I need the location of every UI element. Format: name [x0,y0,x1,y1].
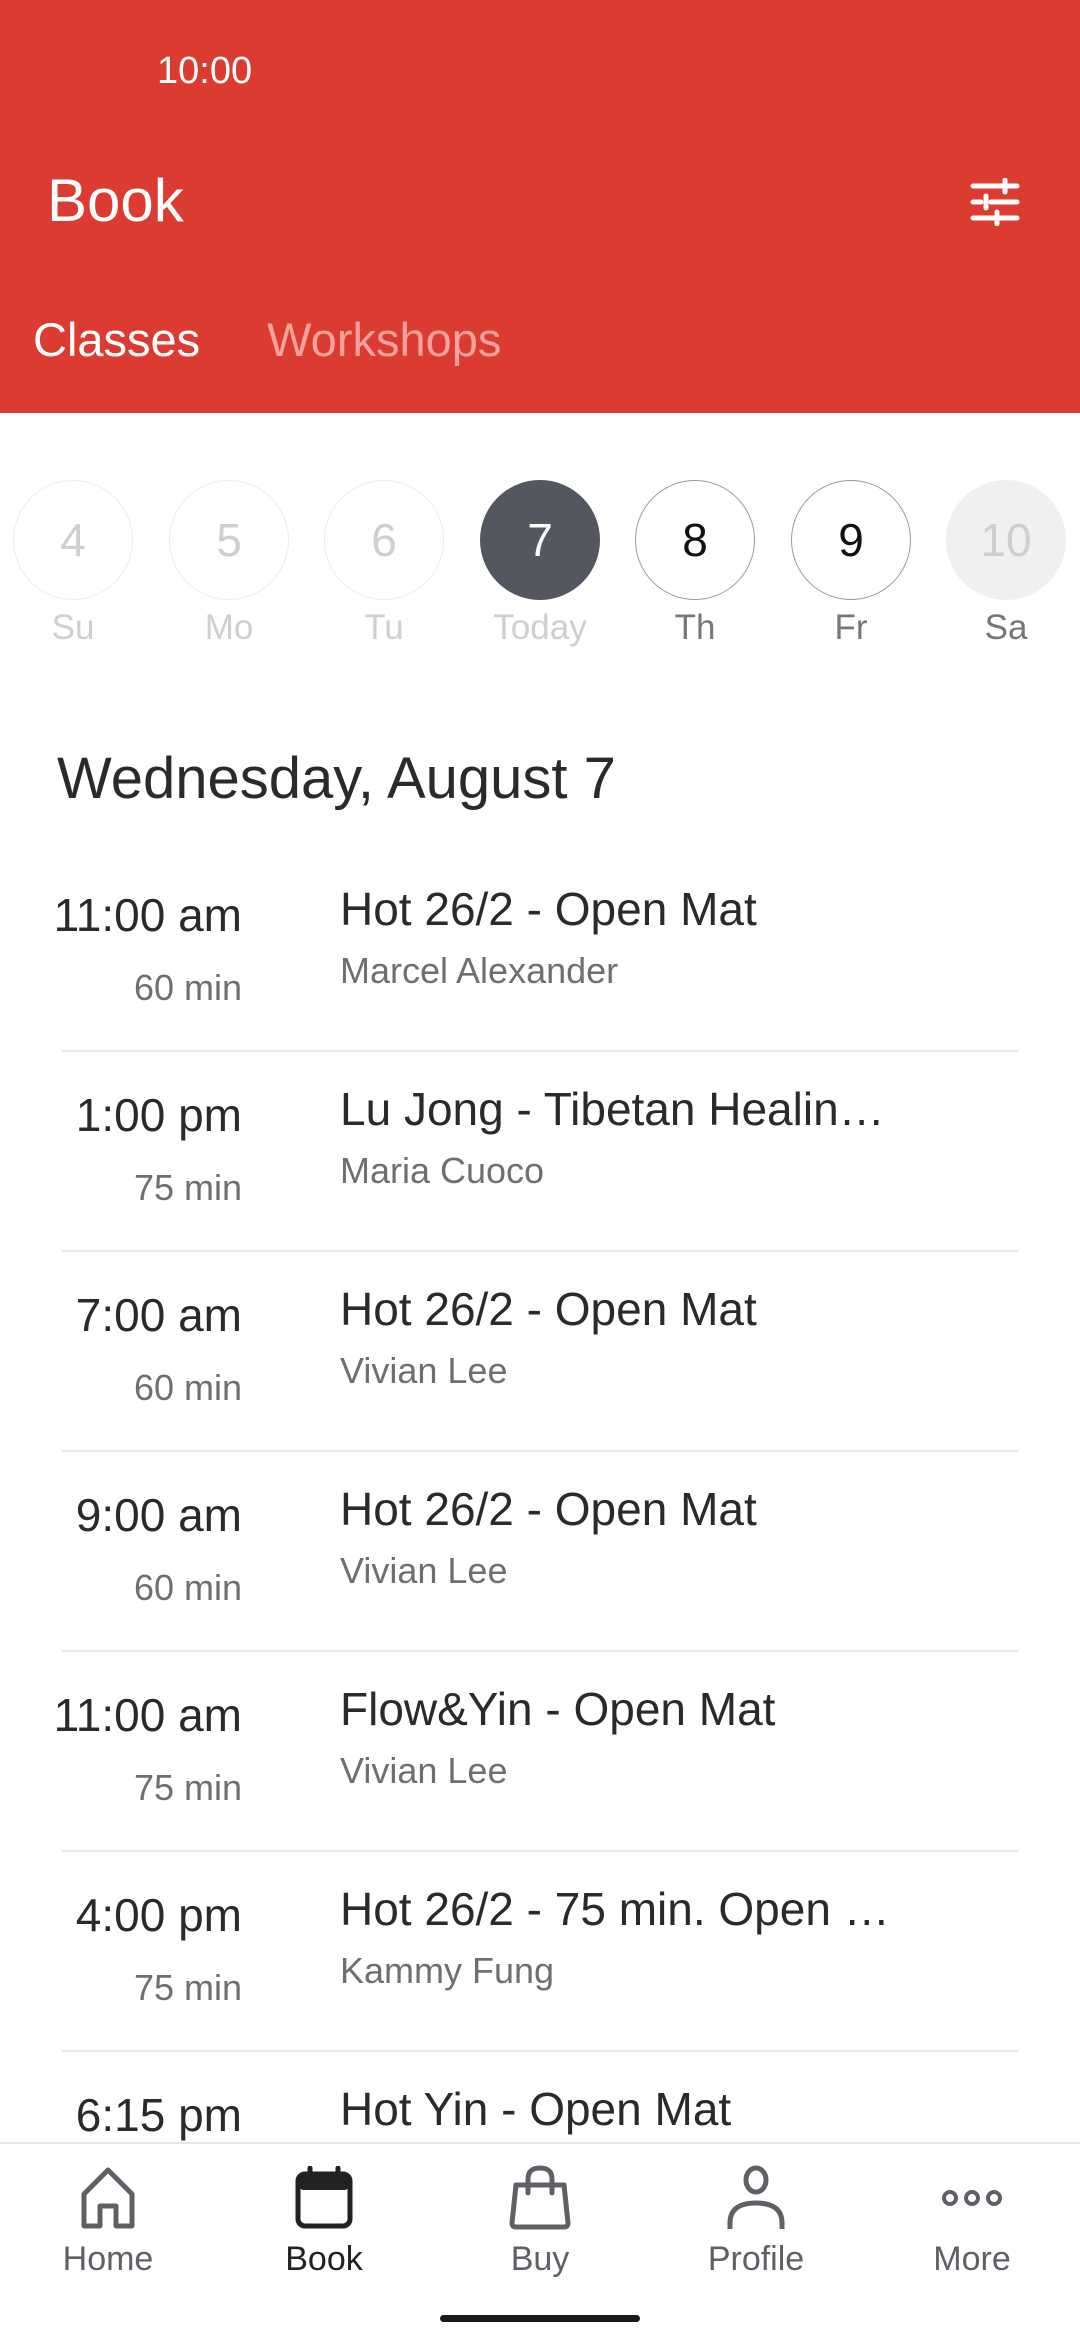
class-instructor: Vivian Lee [340,1750,508,1791]
more-dots-icon [942,2190,1002,2206]
status-bar-time: 10:00 [157,50,253,92]
day-label: Tu [364,608,404,647]
tab-classes[interactable]: Classes [0,312,233,382]
home-indicator-bar[interactable] [440,2315,640,2322]
nav-label: Home [62,2240,154,2278]
class-instructor: Kammy Fung [340,1950,555,1991]
day-number: 5 [169,480,289,600]
class-row[interactable]: 7:00 am 60 min Hot 26/2 - Open Mat Vivia… [0,1252,1080,1452]
class-duration: 75 min [133,1167,242,1208]
day-label: Su [51,608,95,647]
class-name: Hot 26/2 - Open Mat [340,1483,757,1535]
tab-bar: Classes Workshops [0,312,534,382]
day-thursday[interactable]: 8 Th [635,480,755,648]
day-saturday[interactable]: 10 Sa [946,480,1066,648]
class-duration: 75 min [133,1767,242,1808]
class-time: 11:00 am [53,889,242,941]
day-label: Sa [984,608,1028,647]
day-today[interactable]: 7 Today [480,480,600,648]
nav-buy[interactable]: Buy [432,2164,648,2279]
day-label: Th [674,608,716,647]
class-name: Hot 26/2 - Open Mat [340,1283,757,1335]
tab-workshops[interactable]: Workshops [233,312,534,382]
class-time: 9:00 am [75,1489,242,1541]
class-time: 6:15 pm [75,2089,242,2141]
nav-profile[interactable]: Profile [648,2164,864,2279]
class-row[interactable]: 6:15 pm Hot Yin - Open Mat [0,2052,1080,2142]
nav-home[interactable]: Home [0,2164,216,2279]
class-row[interactable]: 11:00 am 75 min Flow&Yin - Open Mat Vivi… [0,1652,1080,1852]
class-time: 11:00 am [53,1689,242,1741]
day-tuesday[interactable]: 6 Tu [324,480,444,648]
class-name: Hot 26/2 - 75 min. Open … [340,1883,890,1935]
nav-label: Buy [510,2240,570,2278]
person-icon [727,2165,785,2229]
nav-more[interactable]: More [864,2164,1080,2279]
week-day-picker: 4 Su 5 Mo 6 Tu 7 Today 8 Th 9 Fr 10 Sa [0,480,1080,660]
date-heading: Wednesday, August 7 [57,746,616,811]
nav-label: More [933,2240,1011,2278]
shopping-bag-icon [509,2165,571,2230]
day-monday[interactable]: 5 Mo [169,480,289,648]
day-label: Today [493,608,587,647]
class-time: 7:00 am [75,1289,242,1341]
page-title: Book [47,167,184,234]
class-duration: 75 min [133,1967,242,2008]
class-duration: 60 min [133,1367,242,1408]
day-number: 8 [635,480,755,600]
nav-book[interactable]: Book [216,2164,432,2279]
bottom-navigation: Home Book Buy Profile More [0,2142,1080,2340]
class-row[interactable]: 9:00 am 60 min Hot 26/2 - Open Mat Vivia… [0,1452,1080,1652]
class-instructor: Maria Cuoco [340,1150,545,1191]
day-sunday[interactable]: 4 Su [13,480,133,648]
day-number: 9 [791,480,911,600]
class-row[interactable]: 4:00 pm 75 min Hot 26/2 - 75 min. Open …… [0,1852,1080,2052]
day-number: 10 [946,480,1066,600]
class-row[interactable]: 11:00 am 60 min Hot 26/2 - Open Mat Marc… [0,852,1080,1052]
day-label: Fr [834,608,868,647]
class-instructor: Vivian Lee [340,1350,508,1391]
class-name: Flow&Yin - Open Mat [340,1683,776,1735]
day-number: 6 [324,480,444,600]
class-duration: 60 min [133,967,242,1008]
class-time: 4:00 pm [75,1889,242,1941]
class-name: Hot 26/2 - Open Mat [340,883,757,935]
class-name: Hot Yin - Open Mat [340,2083,732,2135]
class-name: Lu Jong - Tibetan Healin… [340,1083,885,1135]
filter-button[interactable] [960,170,1030,234]
calendar-icon [295,2166,353,2229]
day-label: Mo [204,608,254,647]
day-number: 4 [13,480,133,600]
day-friday[interactable]: 9 Fr [791,480,911,648]
sliders-icon [970,178,1020,226]
class-instructor: Vivian Lee [340,1550,508,1591]
class-instructor: Marcel Alexander [340,950,619,991]
nav-label: Profile [707,2240,805,2278]
class-duration: 60 min [133,1567,242,1608]
day-number: 7 [480,480,600,600]
home-icon [81,2167,135,2229]
nav-label: Book [285,2240,363,2278]
app-header: 10:00 Book Classes Workshops [0,0,1080,413]
class-time: 1:00 pm [75,1089,242,1141]
class-row[interactable]: 1:00 pm 75 min Lu Jong - Tibetan Healin…… [0,1052,1080,1252]
class-list[interactable]: 11:00 am 60 min Hot 26/2 - Open Mat Marc… [0,852,1080,2142]
